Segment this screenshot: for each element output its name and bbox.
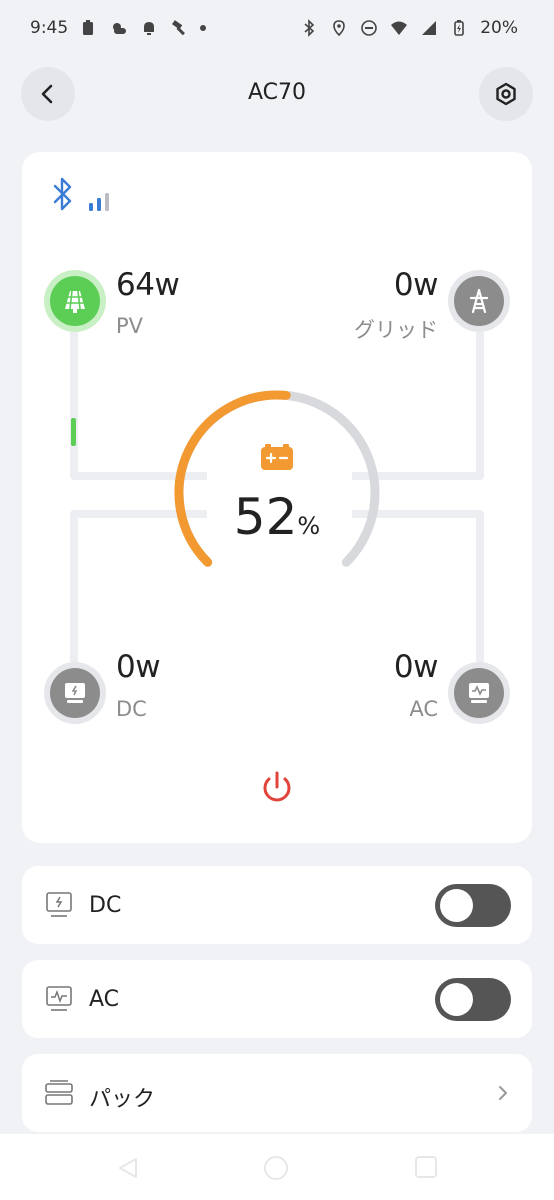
more-notifications-dot xyxy=(200,25,207,31)
grid-label: グリッド xyxy=(354,318,438,342)
pv-flow-indicator xyxy=(71,418,76,446)
battery-gauge: 52% xyxy=(172,388,382,598)
settings-button[interactable] xyxy=(479,67,533,121)
power-flow-card: 64w PV 0w グリッド 52% 0w DC 0w AC xyxy=(22,152,532,843)
toggle-knob xyxy=(440,983,473,1016)
battery-pack-icon xyxy=(45,1080,73,1105)
ac-row-label: AC xyxy=(89,987,120,1012)
do-not-disturb-icon xyxy=(361,20,378,36)
clipboard-icon xyxy=(83,20,94,35)
wifi-icon xyxy=(391,21,408,35)
battery-percent: 20% xyxy=(480,18,518,38)
notification-bell-icon xyxy=(144,22,155,35)
pack-row[interactable]: パック xyxy=(22,1054,532,1132)
nav-recents-icon[interactable] xyxy=(415,1156,437,1178)
grid-node[interactable] xyxy=(448,270,510,332)
dc-label: DC xyxy=(116,697,147,721)
ac-node[interactable] xyxy=(448,662,510,724)
pack-row-label: パック xyxy=(89,1087,156,1112)
battery-percent-value: 52 xyxy=(233,488,298,546)
pv-watts: 64w xyxy=(116,267,180,303)
location-icon xyxy=(333,20,346,37)
dc-toggle[interactable] xyxy=(435,884,511,927)
power-button[interactable] xyxy=(255,766,299,810)
nav-back-icon[interactable] xyxy=(116,1156,140,1180)
battery-charging-icon xyxy=(454,20,465,36)
dc-output-icon xyxy=(46,892,72,917)
nav-home-icon[interactable] xyxy=(264,1156,288,1180)
dc-watts: 0w xyxy=(116,649,161,685)
ac-output-icon xyxy=(46,986,72,1011)
pv-node[interactable] xyxy=(44,270,106,332)
power-tower-icon xyxy=(469,288,489,314)
battery-percentage: 52% xyxy=(172,488,382,546)
ac-output-icon xyxy=(469,683,489,703)
hexagon-settings-icon xyxy=(496,82,516,106)
battery-icon xyxy=(261,444,293,470)
ac-toggle[interactable] xyxy=(435,978,511,1021)
toggle-knob xyxy=(440,889,473,922)
dc-node[interactable] xyxy=(44,662,106,724)
status-bar: 9:45 20% xyxy=(0,0,554,56)
cell-signal-icon xyxy=(422,21,437,35)
dc-output-icon xyxy=(65,683,85,703)
hammer-icon xyxy=(172,20,186,36)
battery-percent-unit: % xyxy=(297,512,321,540)
page-title: AC70 xyxy=(247,80,307,105)
dc-output-row: DC xyxy=(22,866,532,944)
ac-label: AC xyxy=(409,697,438,721)
bluetooth-status-icon xyxy=(304,19,315,37)
ac-watts: 0w xyxy=(393,649,439,685)
dc-row-label: DC xyxy=(89,893,122,918)
ac-output-row: AC xyxy=(22,960,532,1038)
pv-label: PV xyxy=(116,314,144,338)
app-header: AC70 xyxy=(0,66,554,122)
status-time: 9:45 xyxy=(30,18,69,38)
system-nav-bar xyxy=(0,1134,554,1200)
grid-watts: 0w xyxy=(393,267,439,303)
solar-panel-icon xyxy=(65,290,85,313)
weather-icon xyxy=(113,23,127,34)
power-icon xyxy=(263,771,291,802)
chevron-right-icon xyxy=(499,1086,507,1100)
